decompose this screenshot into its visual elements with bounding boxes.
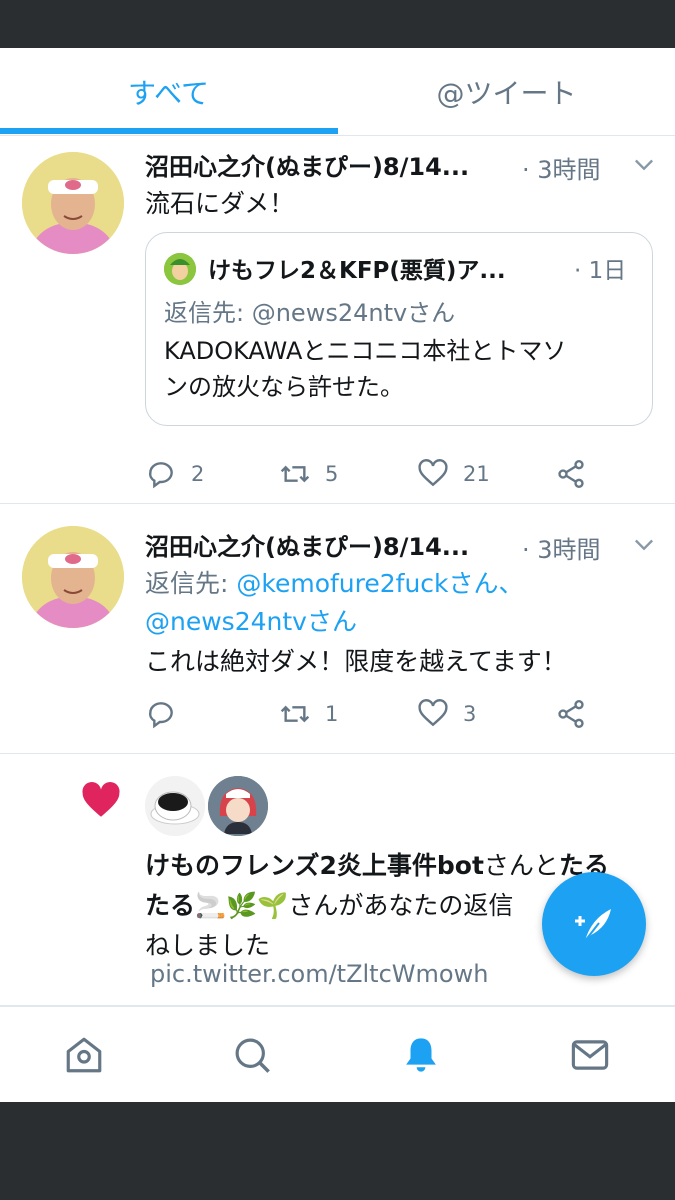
- retweet-button[interactable]: 1: [279, 694, 338, 734]
- tweet-header: 沼田心之介(ぬまぴー)8/14...: [145, 146, 469, 182]
- name-emoji: 🚬🌿🌱: [195, 891, 289, 920]
- notifications-screen: すべて @ツイート 沼田心之介(ぬまぴー)8/14... · 3時間 流石にダメ…: [0, 48, 675, 1102]
- share-button[interactable]: [555, 454, 587, 494]
- tweet-time: · 3時間: [522, 156, 601, 184]
- avatar[interactable]: [22, 526, 124, 628]
- share-icon: [558, 460, 584, 488]
- retweet-button[interactable]: 5: [279, 454, 338, 494]
- tweet-item[interactable]: 沼田心之介(ぬまぴー)8/14... · 3時間 返信先: @kemofure2…: [0, 504, 675, 754]
- reply-to-label: 返信先:: [145, 569, 237, 598]
- liker-avatar[interactable]: [145, 776, 205, 836]
- quoted-user-name: けもフレ2＆KFP(悪質)ア...: [208, 258, 506, 284]
- notification-connector: さんと: [483, 851, 559, 880]
- avatar-image: [22, 526, 124, 628]
- tweet-text: これは絶対ダメ！限度を越えてます！: [145, 647, 567, 676]
- compose-tweet-icon: [575, 909, 611, 942]
- quoted-tweet[interactable]: けもフレ2＆KFP(悪質)ア... · 1日 返信先: @news24ntvさん…: [145, 232, 653, 426]
- quoted-tweet-text: KADOKAWAとニコニコ本社とトマソ ンの放火なら許せた。: [164, 333, 566, 405]
- like-button[interactable]: 21: [417, 454, 490, 494]
- liker-name-continued[interactable]: たる: [145, 891, 195, 920]
- quoted-avatar: [164, 253, 196, 285]
- status-bar: [0, 0, 675, 48]
- tweet-text: 流石にダメ！: [145, 189, 295, 218]
- chevron-down-icon[interactable]: [630, 530, 658, 558]
- system-navigation-area: [0, 1102, 675, 1200]
- heart-icon: [418, 459, 448, 487]
- tweet-header: 沼田心之介(ぬまぴー)8/14...: [145, 526, 469, 562]
- anime-character-avatar: [208, 776, 268, 836]
- like-count: 21: [463, 462, 490, 486]
- user-name[interactable]: 沼田心之介(ぬまぴー)8/14...: [145, 527, 469, 562]
- nav-messages[interactable]: [506, 1007, 674, 1102]
- reply-icon: [149, 702, 173, 729]
- reply-to: 返信先: @kemofure2fuckさん、: [145, 566, 524, 602]
- like-button[interactable]: 3: [417, 694, 476, 734]
- share-button[interactable]: [555, 694, 587, 734]
- avatar[interactable]: [22, 152, 124, 254]
- quoted-text-line: ンの放火なら許せた。: [164, 373, 404, 401]
- notifications-tabs: すべて @ツイート: [0, 48, 675, 136]
- user-name[interactable]: 沼田心之介(ぬまぴー)8/14...: [145, 147, 469, 182]
- tweet-item[interactable]: 沼田心之介(ぬまぴー)8/14... · 3時間 流石にダメ！ けもフレ2＆KF…: [0, 136, 675, 504]
- heart-icon: [82, 782, 120, 817]
- liker-name[interactable]: けものフレンズ2炎上事件bot: [145, 851, 484, 880]
- reply-to-continued: @news24ntvさん: [145, 604, 357, 640]
- quoted-text-line: KADOKAWAとニコニコ本社とトマソ: [164, 337, 567, 365]
- heart-icon: [418, 699, 448, 727]
- nav-search[interactable]: [168, 1007, 336, 1102]
- share-icon: [558, 700, 584, 728]
- reply-button[interactable]: [145, 694, 191, 734]
- active-tab-indicator: [0, 128, 338, 134]
- reply-to-user-link[interactable]: @kemofure2fuckさん、: [236, 569, 523, 598]
- reply-to-user-link[interactable]: @news24ntvさん: [145, 607, 357, 636]
- nav-home[interactable]: [0, 1007, 168, 1102]
- coffee-cup-avatar: [145, 776, 205, 836]
- nav-notifications[interactable]: [337, 1007, 505, 1102]
- tweet-actions: 2 5 21: [145, 454, 655, 494]
- media-link[interactable]: pic.twitter.com/tZltcWmowh: [150, 960, 488, 988]
- retweet-count: 1: [325, 702, 339, 726]
- tweet-actions: 1 3: [145, 694, 655, 734]
- notification-line: たる🚬🌿🌱さんがあなたの返信: [145, 886, 609, 926]
- reply-icon: [149, 462, 173, 489]
- bottom-navigation: [0, 1006, 675, 1102]
- mail-icon: [571, 1040, 609, 1070]
- avatar-image: [22, 152, 124, 254]
- home-icon: [66, 1037, 102, 1073]
- reply-count: 2: [191, 462, 205, 486]
- compose-tweet-button[interactable]: [542, 872, 646, 976]
- tweet-time: · 3時間: [522, 536, 601, 564]
- like-count: 3: [463, 702, 477, 726]
- notification-line: けものフレンズ2炎上事件botさんとたる: [145, 846, 609, 886]
- retweet-icon: [280, 705, 310, 723]
- notification-text: けものフレンズ2炎上事件botさんとたる たる🚬🌿🌱さんがあなたの返信 ねしまし…: [145, 846, 609, 966]
- liker-avatar[interactable]: [208, 776, 268, 836]
- search-icon: [235, 1038, 270, 1073]
- bell-icon: [406, 1038, 436, 1072]
- tab-mentions[interactable]: @ツイート: [338, 48, 675, 136]
- reply-button[interactable]: 2: [145, 454, 204, 494]
- quoted-reply-to: 返信先: @news24ntvさん: [164, 299, 456, 327]
- notification-message: さんがあなたの返信: [288, 891, 514, 920]
- chevron-down-icon[interactable]: [630, 150, 658, 178]
- retweet-icon: [280, 465, 310, 483]
- retweet-count: 5: [325, 462, 339, 486]
- tab-all[interactable]: すべて: [0, 48, 337, 136]
- quoted-tweet-time: · 1日: [574, 258, 627, 284]
